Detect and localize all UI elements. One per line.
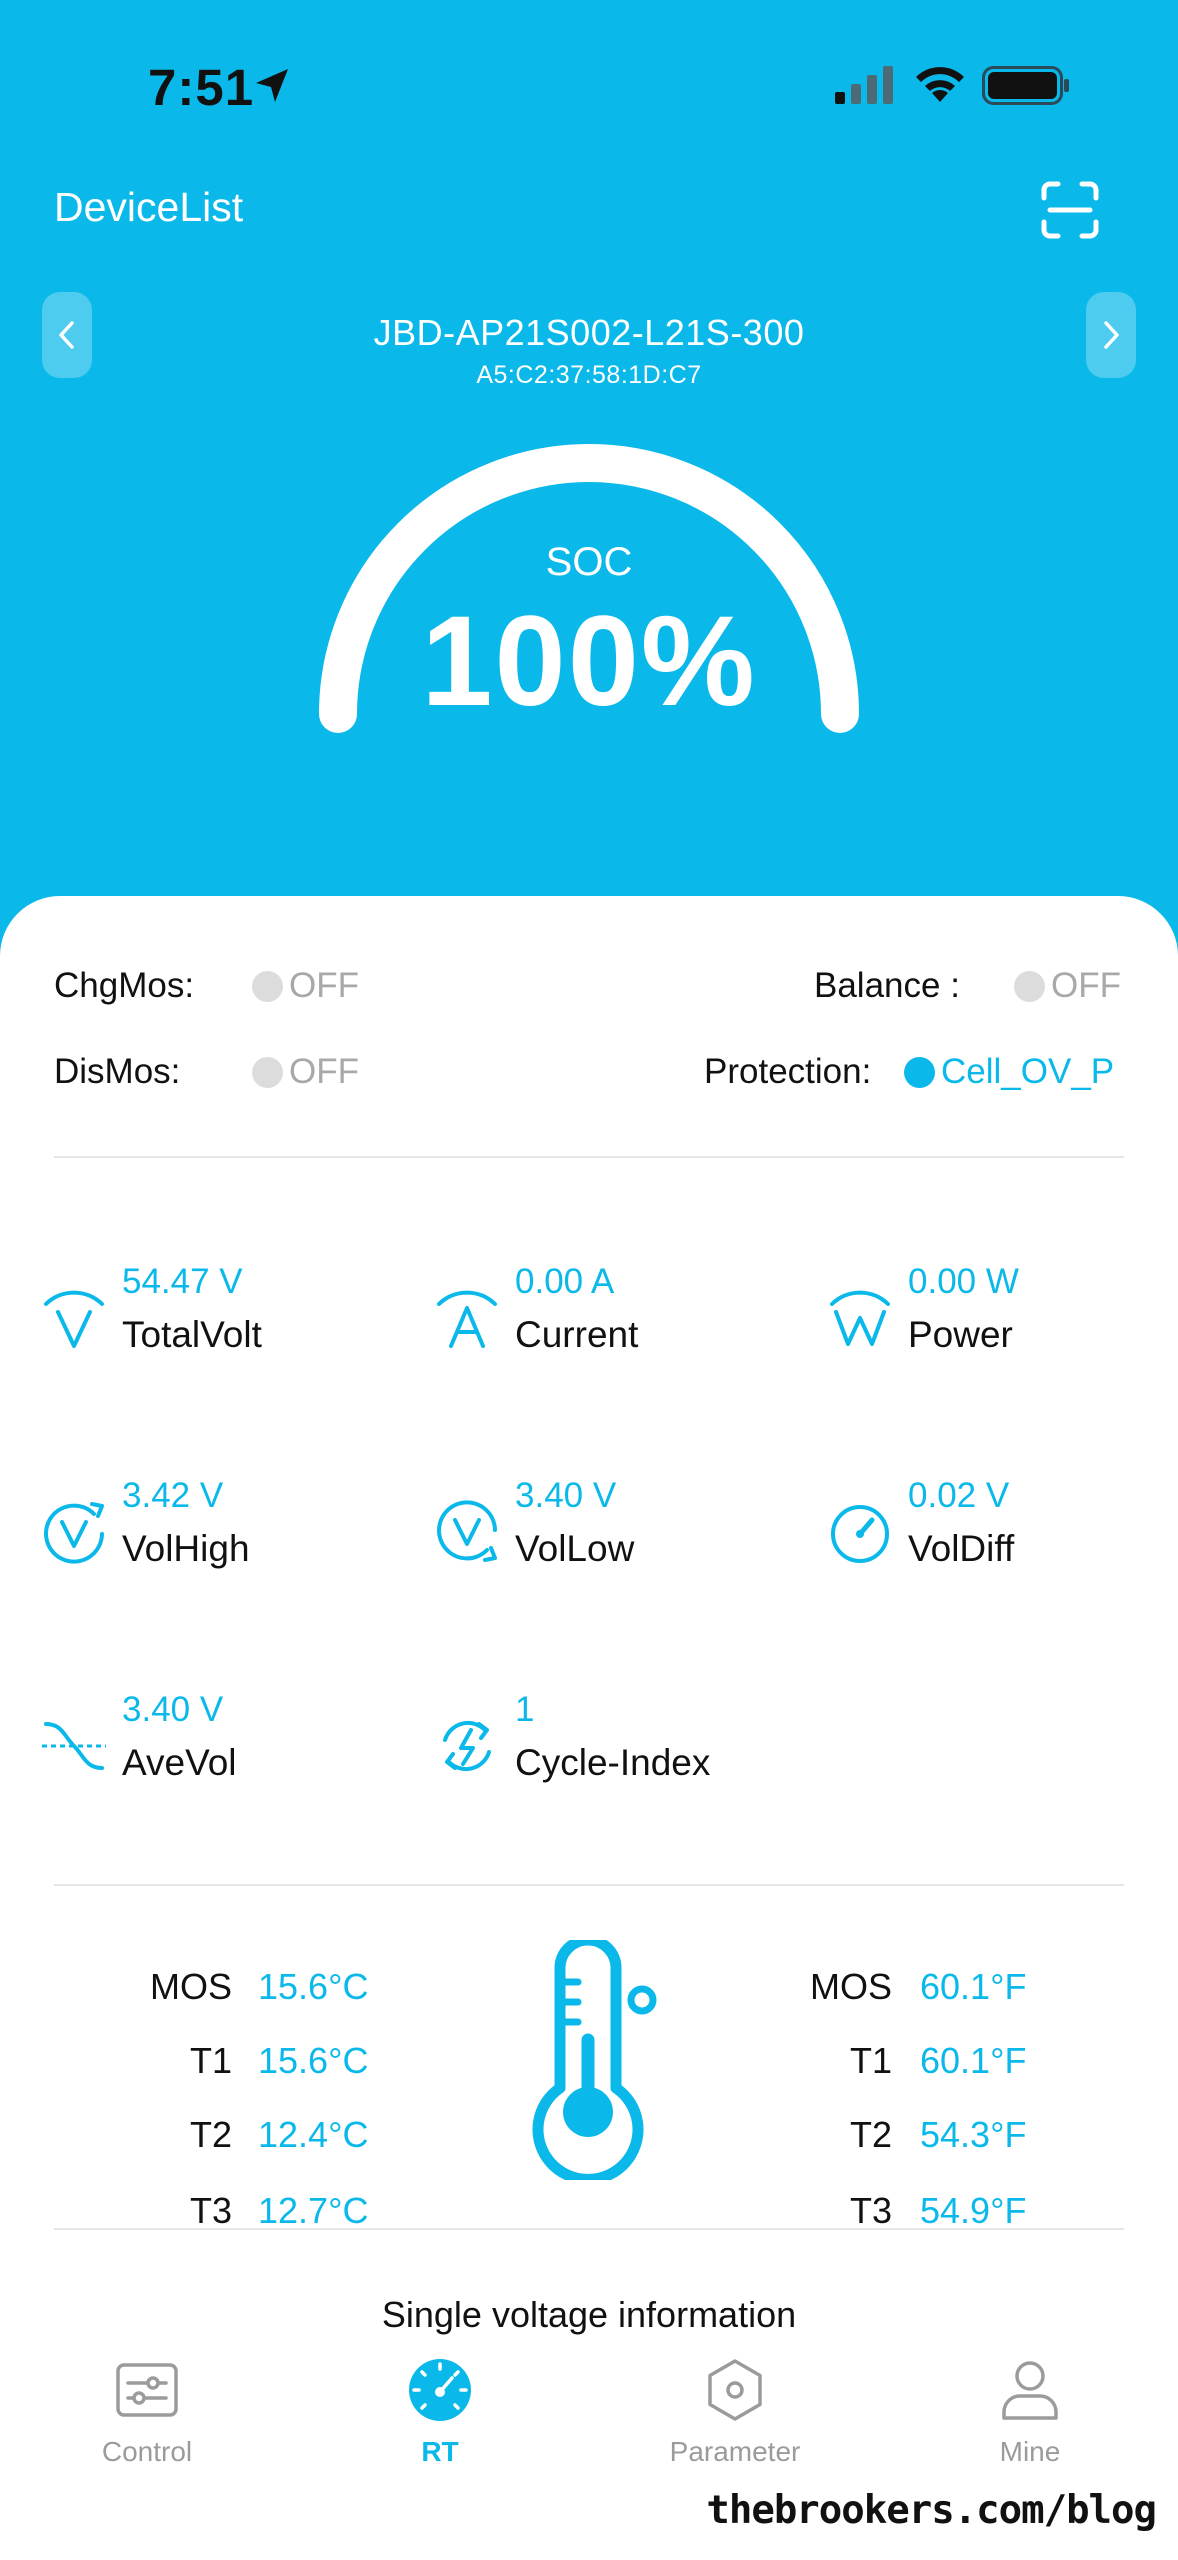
tab-rt[interactable]: RT: [330, 2356, 550, 2486]
person-icon: [1002, 2361, 1058, 2420]
tab-label: RT: [421, 2436, 459, 2467]
volt-arc-icon: [44, 1290, 104, 1348]
metric-power: 0.00 W Power: [826, 1262, 1156, 1372]
tab-control[interactable]: Control: [37, 2356, 257, 2486]
tab-bar: Control RT Parameter Mine: [0, 2336, 1178, 2486]
soc-label: SOC: [545, 540, 633, 584]
metric-value: 3.40 V: [122, 1690, 224, 1729]
tab-label: Mine: [999, 2436, 1061, 2467]
metric-name: VolLow: [515, 1528, 635, 1569]
device-name: JBD-AP21S002-L21S-300: [373, 312, 805, 353]
temp-label: T3: [189, 2190, 232, 2231]
temp-label: MOS: [809, 1966, 892, 2007]
metric-value: 1: [515, 1690, 535, 1729]
temp-value: 12.7°C: [258, 2190, 369, 2231]
temp-value: 60.1°F: [920, 1966, 1027, 2007]
header-panel: 7:51 DeviceList JBD-AP21S002-L21S-300 A5…: [0, 0, 1178, 960]
temp-label: MOS: [149, 1966, 232, 2007]
temp-value: 54.9°F: [920, 2190, 1027, 2231]
metric-value: 3.40 V: [515, 1476, 617, 1515]
speedometer-icon: [409, 2359, 471, 2421]
hex-nut-icon: [708, 2359, 762, 2421]
soc-value: 100%: [421, 590, 757, 733]
tab-mine[interactable]: Mine: [920, 2356, 1140, 2486]
temp-value: 12.4°C: [258, 2114, 369, 2155]
metric-name: VolHigh: [122, 1528, 250, 1569]
balance-value: OFF: [1051, 966, 1121, 1005]
temp-label: T3: [849, 2190, 892, 2231]
divider: [54, 2228, 1124, 2230]
metric-value: 0.02 V: [908, 1476, 1010, 1515]
dismos-value: OFF: [289, 1052, 359, 1091]
metric-name: TotalVolt: [122, 1314, 262, 1355]
cellular-signal-icon: [835, 66, 893, 104]
cycle-bolt-icon: [443, 1720, 491, 1772]
single-voltage-title: Single voltage information: [381, 2294, 797, 2335]
chgmos-value: OFF: [289, 966, 359, 1005]
device-list-title[interactable]: DeviceList: [54, 184, 243, 231]
metric-name: Cycle-Index: [515, 1742, 711, 1783]
metric-voldiff: 0.02 V VolDiff: [826, 1476, 1156, 1586]
protection-label: Protection:: [704, 1052, 872, 1091]
divider: [54, 1884, 1124, 1886]
temp-label: T1: [189, 2040, 232, 2081]
status-dot: [252, 1056, 283, 1088]
protection-status: Cell_OV_P: [904, 1052, 1114, 1092]
metric-cycle-index: 1 Cycle-Index: [433, 1690, 763, 1800]
temp-value: 54.3°F: [920, 2114, 1027, 2155]
tab-label: Control: [101, 2436, 193, 2467]
metric-totalvolt: 54.47 V TotalVolt: [40, 1262, 370, 1372]
balance-status: OFF: [1014, 966, 1121, 1006]
amp-arc-icon: [437, 1290, 497, 1348]
temp-value: 15.6°C: [258, 2040, 369, 2081]
status-dot: [1014, 970, 1045, 1002]
tab-parameter[interactable]: Parameter: [625, 2356, 845, 2486]
metric-name: Current: [515, 1314, 639, 1355]
status-dot: [904, 1056, 935, 1088]
chgmos-label: ChgMos:: [54, 966, 195, 1005]
divider: [54, 1156, 1124, 1158]
battery-icon: [982, 66, 1069, 105]
wifi-icon: [916, 67, 964, 102]
temp-label: T1: [849, 2040, 892, 2081]
temp-label: T2: [849, 2114, 892, 2155]
metric-name: Power: [908, 1314, 1013, 1355]
average-wave-icon: [42, 1722, 106, 1770]
volt-high-icon: [44, 1502, 104, 1564]
temp-value: 15.6°C: [258, 1966, 369, 2007]
thermometer-icon: [532, 1940, 657, 2180]
tab-label: Parameter: [669, 2436, 801, 2467]
watermark: thebrookers.com/blog: [706, 2488, 1157, 2533]
volt-low-icon: [437, 1500, 497, 1562]
temp-value: 60.1°F: [920, 2040, 1027, 2081]
balance-label: Balance :: [814, 966, 960, 1005]
scan-icon[interactable]: [1040, 180, 1100, 240]
metric-current: 0.00 A Current: [433, 1262, 763, 1372]
metric-value: 3.42 V: [122, 1476, 224, 1515]
dismos-status: OFF: [252, 1052, 359, 1092]
metric-value: 0.00 W: [908, 1262, 1019, 1301]
dismos-label: DisMos:: [54, 1052, 181, 1091]
protection-value: Cell_OV_P: [941, 1052, 1115, 1091]
metric-value: 54.47 V: [122, 1262, 243, 1301]
metric-vollow: 3.40 V VolLow: [433, 1476, 763, 1586]
metric-avevol: 3.40 V AveVol: [40, 1690, 370, 1800]
sliders-icon: [116, 2363, 178, 2417]
metric-value: 0.00 A: [515, 1262, 615, 1301]
watt-arc-icon: [830, 1290, 890, 1346]
status-time: 7:51: [148, 59, 255, 116]
metric-name: AveVol: [122, 1742, 237, 1783]
metric-name: VolDiff: [908, 1528, 1015, 1569]
chgmos-status: OFF: [252, 966, 359, 1006]
temp-label: T2: [189, 2114, 232, 2155]
device-mac-address: A5:C2:37:58:1D:C7: [476, 361, 702, 389]
metric-volhigh: 3.42 V VolHigh: [40, 1476, 370, 1586]
location-arrow-icon: [256, 69, 288, 102]
gauge-icon: [831, 1505, 889, 1563]
status-dot: [252, 970, 283, 1002]
